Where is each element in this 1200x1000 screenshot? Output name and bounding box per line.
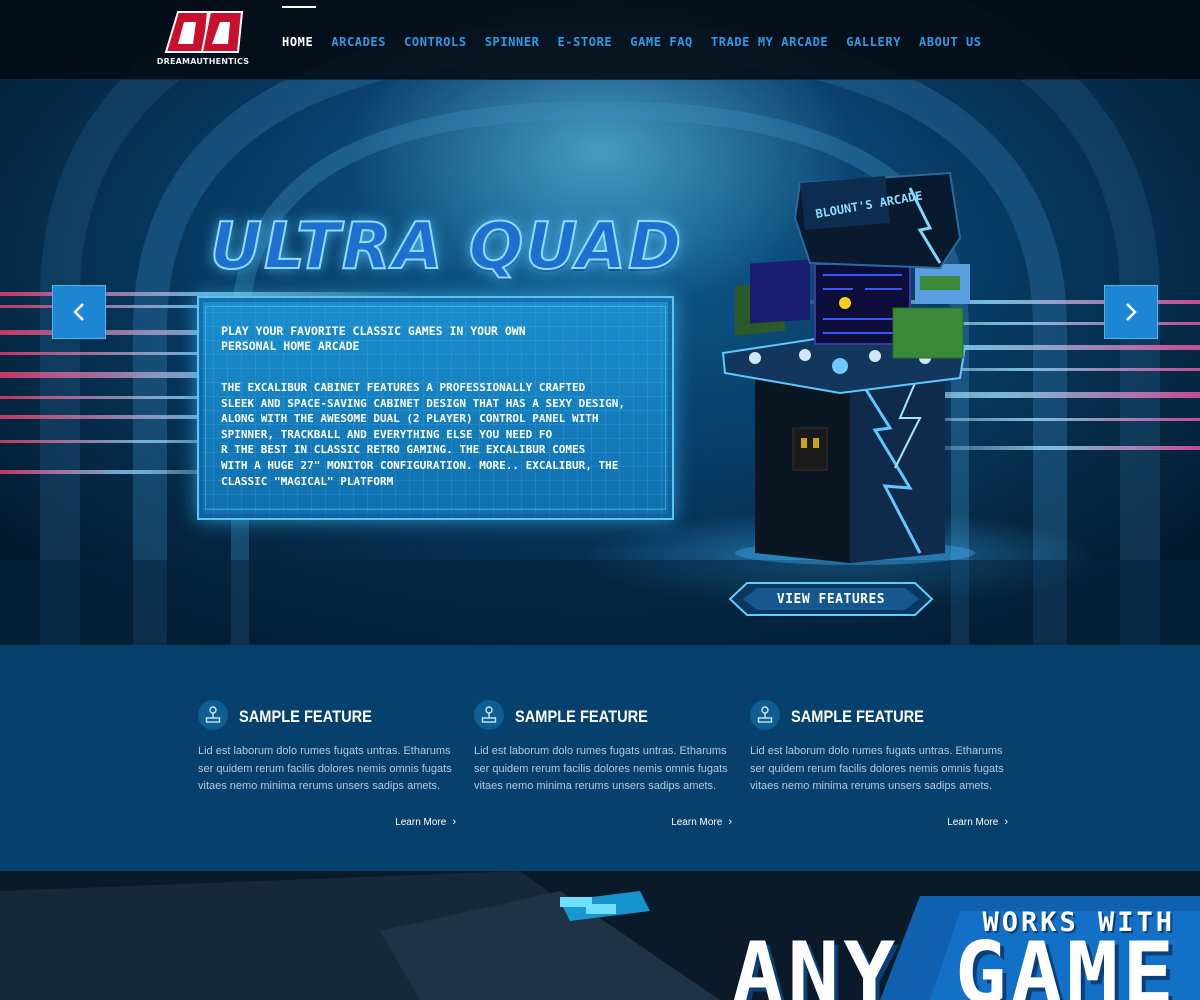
logo-text: DREAMAUTHENTICS: [156, 57, 250, 66]
main-nav: HOME ARCADES CONTROLS SPINNER E-STORE GA…: [282, 0, 991, 80]
nav-item-trade-my-arcade[interactable]: TRADE MY ARCADE: [702, 0, 837, 80]
top-navigation: DREAMAUTHENTICS HOME ARCADES CONTROLS SP…: [0, 0, 1200, 80]
feature-text: Lid est laborum dolo rumes fugats untras…: [198, 745, 452, 792]
hero-description-panel: PLAY YOUR FAVORITE CLASSIC GAMES IN YOUR…: [197, 296, 674, 520]
feature-title: SAMPLE FEATURE: [239, 707, 372, 726]
works-with-banner: WORKS WITH ANY GAME: [0, 871, 1200, 1000]
feature-card: SAMPLE FEATURE Lid est laborum dolo rume…: [198, 700, 460, 850]
chevron-right-icon: ›: [452, 816, 456, 828]
chevron-right-icon: [1126, 303, 1137, 321]
joystick-icon: [750, 700, 780, 730]
nav-item-gallery[interactable]: GALLERY: [837, 0, 910, 80]
feature-card: SAMPLE FEATURE Lid est laborum dolo rume…: [750, 700, 1012, 850]
feature-text: Lid est laborum dolo rumes fugats untras…: [750, 745, 1004, 792]
nav-item-home[interactable]: HOME: [282, 0, 322, 80]
panel-heading: PLAY YOUR FAVORITE CLASSIC GAMES IN YOUR…: [221, 324, 526, 353]
slider-next-button[interactable]: [1104, 285, 1158, 339]
feature-card: SAMPLE FEATURE Lid est laborum dolo rume…: [474, 700, 736, 850]
hero-slider: ULTRA QUAD PLAY YOUR FAVORITE CLASSIC GA…: [0, 0, 1200, 645]
features-section: SAMPLE FEATURE Lid est laborum dolo rume…: [0, 645, 1200, 871]
nav-item-spinner[interactable]: SPINNER: [476, 0, 549, 80]
hero-title: ULTRA QUAD: [209, 209, 684, 285]
feature-text: Lid est laborum dolo rumes fugats untras…: [474, 745, 728, 792]
chevron-right-icon: ›: [1004, 816, 1008, 828]
nav-item-about-us[interactable]: ABOUT US: [910, 0, 991, 80]
nav-item-controls[interactable]: CONTROLS: [395, 0, 476, 80]
view-features-label: VIEW FEATURES: [776, 591, 886, 607]
learn-more-label: Learn More: [947, 817, 999, 828]
arcade-cabinet-image: BLOUNT'S ARCADE: [721, 171, 975, 565]
nav-item-arcades[interactable]: ARCADES: [322, 0, 395, 80]
learn-more-link[interactable]: Learn More ›: [671, 816, 732, 828]
nav-item-e-store[interactable]: E-STORE: [548, 0, 621, 80]
learn-more-link[interactable]: Learn More ›: [395, 816, 456, 828]
panel-body: THE EXCALIBUR CABINET FEATURES A PROFESS…: [221, 381, 625, 488]
site-logo[interactable]: DREAMAUTHENTICS: [156, 10, 250, 70]
learn-more-link[interactable]: Learn More ›: [947, 816, 1008, 828]
slider-prev-button[interactable]: [52, 285, 106, 339]
feature-title: SAMPLE FEATURE: [791, 707, 924, 726]
learn-more-label: Learn More: [395, 817, 447, 828]
view-features-button[interactable]: VIEW FEATURES: [727, 580, 935, 618]
learn-more-label: Learn More: [671, 817, 723, 828]
logo-mark: [164, 11, 244, 53]
chevron-right-icon: ›: [728, 816, 732, 828]
nav-item-game-faq[interactable]: GAME FAQ: [621, 0, 702, 80]
feature-title: SAMPLE FEATURE: [515, 707, 648, 726]
banner-line-2: ANY GAME: [731, 924, 1178, 1000]
chevron-left-icon: [73, 303, 84, 321]
joystick-icon: [198, 700, 228, 730]
joystick-icon: [474, 700, 504, 730]
